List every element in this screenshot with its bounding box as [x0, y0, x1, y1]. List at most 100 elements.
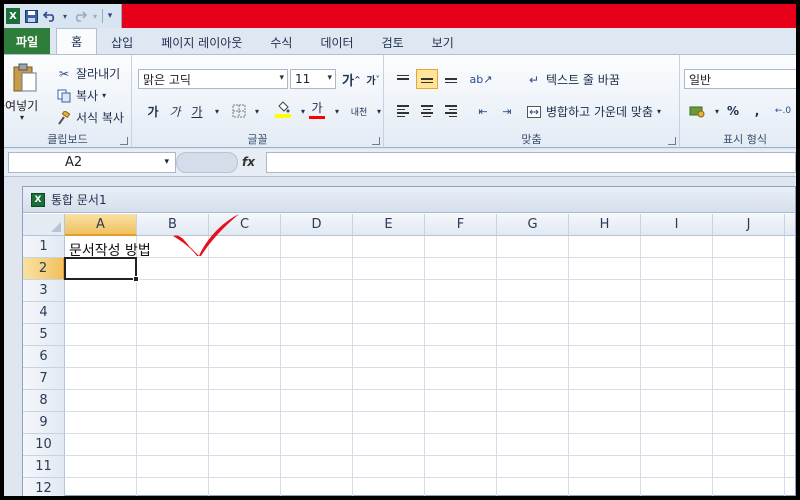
grow-arrow-icon: ^ [353, 74, 361, 84]
merge-center-button[interactable]: 병합하고 가운데 맞춤 ▾ [526, 103, 661, 120]
row-header-4[interactable]: 4 [23, 302, 65, 324]
workbook-icon[interactable]: X [31, 192, 45, 207]
comma-button[interactable]: , [748, 101, 766, 121]
copy-button[interactable]: 복사 ▾ [56, 87, 106, 104]
tab-home[interactable]: 홈 [56, 28, 98, 54]
italic-button[interactable]: 가 [166, 101, 184, 121]
tab-review[interactable]: 검토 [368, 30, 418, 54]
undo-dropdown-icon[interactable]: ▾ [61, 8, 69, 24]
merge-dropdown-icon[interactable]: ▾ [657, 107, 661, 116]
paste-label: 붙여넣기 [4, 99, 39, 113]
column-header-partial[interactable] [785, 214, 795, 236]
increase-indent-button[interactable]: ⇥ [496, 101, 518, 121]
select-all-button[interactable] [23, 214, 65, 236]
row-header-10[interactable]: 10 [23, 434, 65, 456]
row-header-6[interactable]: 6 [23, 346, 65, 368]
row-header-8[interactable]: 8 [23, 390, 65, 412]
wrap-text-label: 텍스트 줄 바꿈 [546, 73, 620, 87]
formula-input[interactable] [266, 152, 796, 173]
font-launcher-icon[interactable] [372, 137, 380, 145]
excel-window: X ▾ ▾ ▾ 파일 홈 삽입 페이지 레이아웃 수식 데이터 검토 보기 붙여… [4, 4, 796, 496]
align-left-button[interactable] [392, 101, 414, 121]
tab-formulas[interactable]: 수식 [256, 30, 306, 54]
title-bar [4, 4, 796, 28]
alignment-launcher-icon[interactable] [668, 137, 676, 145]
customize-qat-icon[interactable]: ▾ [106, 8, 114, 24]
tab-page-layout[interactable]: 페이지 레이아웃 [147, 30, 256, 54]
percent-button[interactable]: % [724, 101, 742, 121]
underline-button[interactable]: 가 [188, 101, 206, 121]
save-icon[interactable] [23, 8, 39, 24]
increase-decimal-button[interactable]: ←.0 [774, 101, 792, 121]
name-box[interactable]: A2 ▾ [8, 152, 176, 173]
increase-indent-icon: ⇥ [502, 104, 512, 118]
row-header-12[interactable]: 12 [23, 478, 65, 496]
border-button[interactable] [230, 101, 248, 121]
redo-dropdown-icon[interactable]: ▾ [91, 8, 99, 24]
formula-bar-splitter[interactable] [176, 152, 238, 173]
excel-logo-icon[interactable]: X [6, 8, 20, 24]
border-dropdown-icon[interactable]: ▾ [248, 101, 266, 121]
insert-function-icon[interactable]: fx [242, 155, 255, 169]
accounting-button[interactable] [688, 101, 706, 121]
shrink-font-button[interactable]: 가 ˅ [364, 69, 382, 89]
row-header-9[interactable]: 9 [23, 412, 65, 434]
align-top-button[interactable] [392, 69, 414, 89]
orientation-button[interactable]: ab↗ [470, 69, 493, 89]
cell-area[interactable] [65, 236, 795, 496]
tab-insert[interactable]: 삽입 [97, 30, 147, 54]
column-header-d[interactable]: D [281, 214, 353, 236]
wrap-text-button[interactable]: ↵ 텍스트 줄 바꿈 [526, 71, 620, 88]
row-header-5[interactable]: 5 [23, 324, 65, 346]
undo-icon[interactable] [42, 8, 58, 24]
tab-view[interactable]: 보기 [418, 30, 468, 54]
column-header-e[interactable]: E [353, 214, 425, 236]
bold-button[interactable]: 가 [144, 101, 162, 121]
align-right-button[interactable] [440, 101, 462, 121]
paste-button[interactable]: 붙여넣기 ▾ [4, 63, 48, 125]
tab-data[interactable]: 데이터 [306, 30, 367, 54]
wrap-text-icon: ↵ [528, 72, 540, 87]
copy-dropdown-icon[interactable]: ▾ [102, 91, 106, 100]
format-painter-button[interactable]: 서식 복사 [56, 109, 124, 126]
underline-dropdown-icon[interactable]: ▾ [208, 101, 226, 121]
decrease-indent-button[interactable]: ⇤ [472, 101, 494, 121]
active-cell-a2[interactable] [64, 257, 137, 280]
font-color-button[interactable]: 가 [308, 99, 326, 119]
row-header-11[interactable]: 11 [23, 456, 65, 478]
copy-icon [56, 88, 72, 104]
align-top-icon [397, 74, 409, 84]
row-header-1[interactable]: 1 [23, 236, 65, 258]
column-header-f[interactable]: F [425, 214, 497, 236]
align-left-icon [397, 105, 409, 117]
fill-color-bar [275, 114, 291, 118]
phonetic-button[interactable]: 내천 [350, 101, 368, 121]
clipboard-launcher-icon[interactable] [120, 137, 128, 145]
column-header-h[interactable]: H [569, 214, 641, 236]
column-header-i[interactable]: I [641, 214, 713, 236]
grow-font-button[interactable]: 가 ^ [342, 69, 361, 89]
column-header-g[interactable]: G [497, 214, 569, 236]
font-name-combo[interactable]: 맑은 고딕 ▾ [138, 69, 288, 89]
font-name-value: 맑은 고딕 [143, 72, 191, 87]
spreadsheet-grid[interactable]: A B C D E F G H I J 1 2 3 4 5 6 7 8 9 10… [23, 214, 795, 496]
column-header-a[interactable]: A [65, 214, 137, 236]
row-header-3[interactable]: 3 [23, 280, 65, 302]
ribbon: 붙여넣기 ▾ ✂ 잘라내기 복사 ▾ 서식 복사 클립보드 [4, 54, 796, 149]
row-header-2[interactable]: 2 [23, 258, 65, 280]
font-size-combo[interactable]: 11 ▾ [290, 69, 336, 89]
tab-file[interactable]: 파일 [4, 28, 51, 54]
cut-button[interactable]: ✂ 잘라내기 [56, 65, 120, 82]
redo-icon[interactable] [72, 8, 88, 24]
font-color-dropdown-icon[interactable]: ▾ [328, 101, 346, 121]
align-middle-button[interactable] [416, 69, 438, 89]
number-format-combo[interactable]: 일반 [684, 69, 796, 89]
cut-label: 잘라내기 [76, 67, 121, 81]
row-header-7[interactable]: 7 [23, 368, 65, 390]
fill-color-button[interactable] [274, 99, 292, 119]
fill-handle[interactable] [133, 276, 139, 282]
align-center-button[interactable] [416, 101, 438, 121]
number-group: 일반 ▾ % , ←.0 표시 형식 [680, 55, 796, 149]
align-bottom-button[interactable] [440, 69, 462, 89]
column-header-j[interactable]: J [713, 214, 785, 236]
